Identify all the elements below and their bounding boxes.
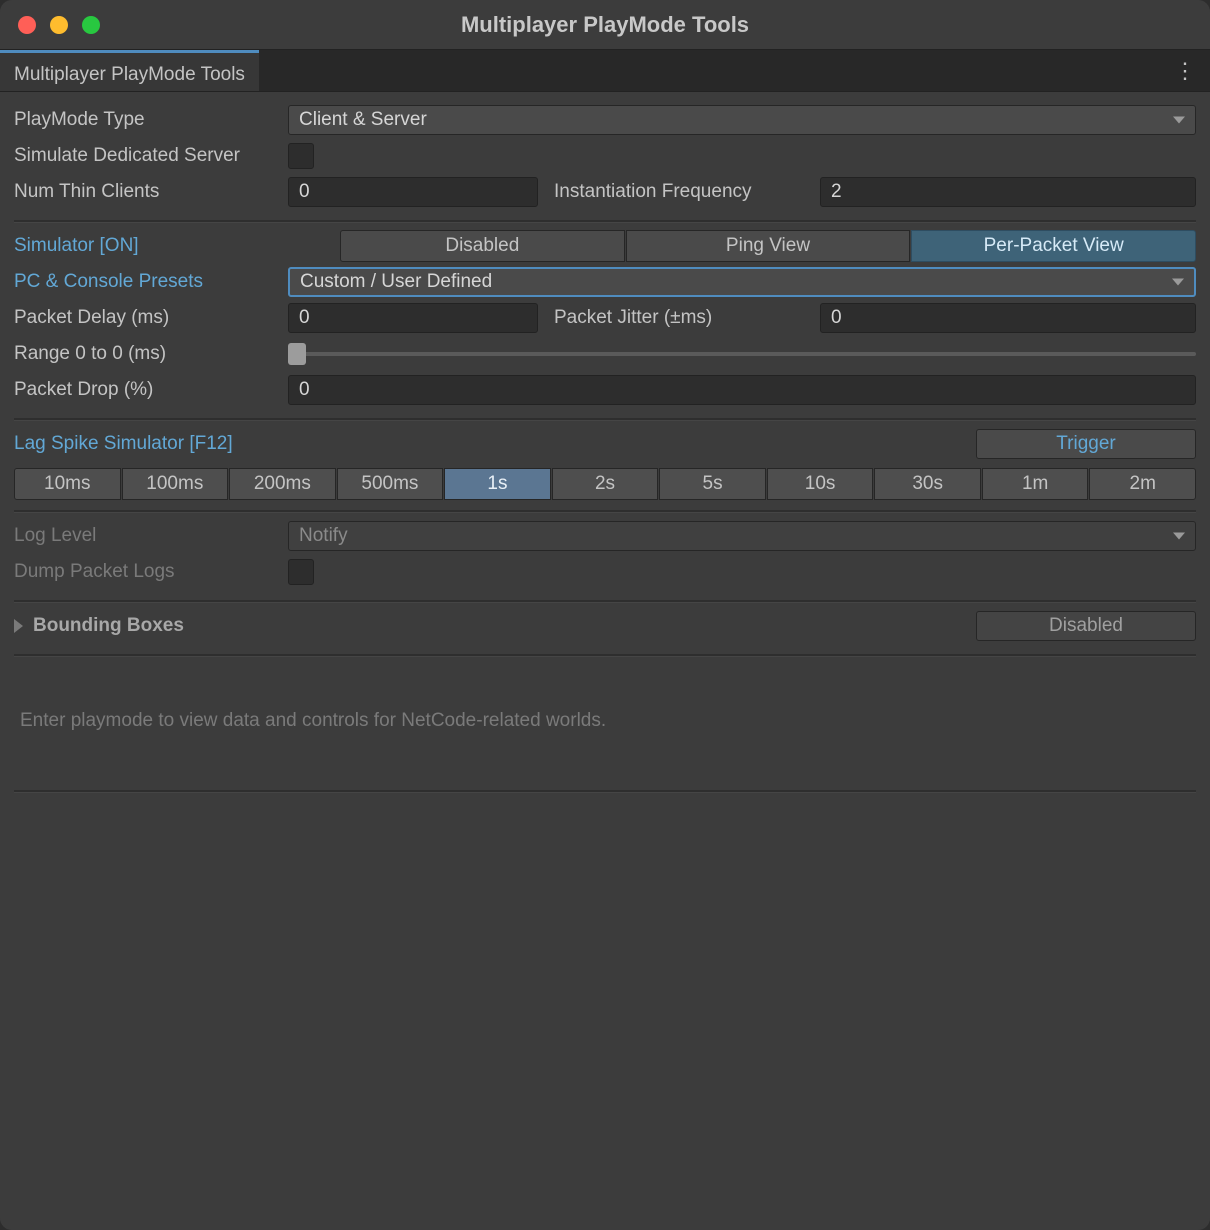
lag-duration-30s[interactable]: 30s (874, 468, 981, 500)
input-value: 0 (831, 307, 842, 329)
close-icon[interactable] (18, 16, 36, 34)
minimize-icon[interactable] (50, 16, 68, 34)
lag-duration-10s[interactable]: 10s (767, 468, 874, 500)
lag-duration-500ms[interactable]: 500ms (337, 468, 444, 500)
divider (14, 510, 1196, 512)
chevron-down-icon (1173, 533, 1185, 540)
bounding-boxes-label: Bounding Boxes (33, 615, 976, 637)
lag-duration-10ms[interactable]: 10ms (14, 468, 121, 500)
slider-thumb[interactable] (288, 343, 306, 365)
input-value: 0 (299, 181, 310, 203)
presets-dropdown[interactable]: Custom / User Defined (288, 267, 1196, 297)
packet-drop-input[interactable]: 0 (288, 375, 1196, 405)
simulate-dedicated-label: Simulate Dedicated Server (14, 145, 282, 167)
divider (14, 654, 1196, 656)
num-thin-clients-label: Num Thin Clients (14, 181, 282, 203)
divider (14, 790, 1196, 792)
playmode-type-dropdown[interactable]: Client & Server (288, 105, 1196, 135)
sim-view-ping-view[interactable]: Ping View (626, 230, 911, 262)
range-label: Range 0 to 0 (ms) (14, 343, 282, 365)
traffic-lights (0, 16, 100, 34)
tab-playmode-tools[interactable]: Multiplayer PlayMode Tools (0, 50, 259, 91)
simulator-header: Simulator [ON] (14, 235, 334, 257)
input-value: 2 (831, 181, 842, 203)
lag-duration-2m[interactable]: 2m (1089, 468, 1196, 500)
dropdown-value: Client & Server (299, 109, 427, 131)
playmode-type-label: PlayMode Type (14, 109, 282, 131)
zoom-icon[interactable] (82, 16, 100, 34)
input-value: 0 (299, 307, 310, 329)
window-title: Multiplayer PlayMode Tools (0, 12, 1210, 38)
lag-duration-1s[interactable]: 1s (444, 468, 551, 500)
divider (14, 220, 1196, 222)
kebab-icon[interactable]: ⋮ (1174, 50, 1196, 91)
dump-logs-checkbox[interactable] (288, 559, 314, 585)
bounding-boxes-button[interactable]: Disabled (976, 611, 1196, 641)
lag-duration-100ms[interactable]: 100ms (122, 468, 229, 500)
divider (14, 418, 1196, 420)
chevron-down-icon (1173, 117, 1185, 124)
packet-delay-input[interactable]: 0 (288, 303, 538, 333)
lag-duration-5s[interactable]: 5s (659, 468, 766, 500)
lag-duration-200ms[interactable]: 200ms (229, 468, 336, 500)
tab-label: Multiplayer PlayMode Tools (14, 64, 245, 86)
divider (14, 600, 1196, 602)
lag-durations-segmented: 10ms100ms200ms500ms1s2s5s10s30s1m2m (14, 468, 1196, 500)
dropdown-value: Custom / User Defined (300, 271, 492, 293)
slider-track (288, 352, 1196, 356)
chevron-down-icon (1172, 279, 1184, 286)
button-label: Trigger (1056, 433, 1115, 455)
tabbar: Multiplayer PlayMode Tools ⋮ (0, 50, 1210, 92)
packet-jitter-label: Packet Jitter (±ms) (554, 307, 814, 329)
lag-header: Lag Spike Simulator [F12] (14, 433, 970, 455)
log-level-label: Log Level (14, 525, 282, 547)
main-panel: PlayMode Type Client & Server Simulate D… (0, 92, 1210, 1230)
simulator-view-segmented: DisabledPing ViewPer-Packet View (340, 230, 1196, 262)
dump-logs-label: Dump Packet Logs (14, 561, 282, 583)
num-thin-clients-input[interactable]: 0 (288, 177, 538, 207)
log-level-dropdown[interactable]: Notify (288, 521, 1196, 551)
packet-delay-label: Packet Delay (ms) (14, 307, 282, 329)
packet-jitter-input[interactable]: 0 (820, 303, 1196, 333)
input-value: 0 (299, 379, 310, 401)
inst-freq-label: Instantiation Frequency (554, 181, 814, 203)
triangle-right-icon (14, 619, 23, 633)
dropdown-value: Notify (299, 525, 348, 547)
simulate-dedicated-checkbox[interactable] (288, 143, 314, 169)
packet-drop-label: Packet Drop (%) (14, 379, 282, 401)
inst-freq-input[interactable]: 2 (820, 177, 1196, 207)
range-slider[interactable] (288, 339, 1196, 369)
sim-view-disabled[interactable]: Disabled (340, 230, 625, 262)
sim-view-per-packet-view[interactable]: Per-Packet View (911, 230, 1196, 262)
window: Multiplayer PlayMode Tools Multiplayer P… (0, 0, 1210, 1230)
presets-label: PC & Console Presets (14, 271, 282, 293)
trigger-button[interactable]: Trigger (976, 429, 1196, 459)
lag-duration-2s[interactable]: 2s (552, 468, 659, 500)
titlebar: Multiplayer PlayMode Tools (0, 0, 1210, 50)
bounding-boxes-foldout[interactable]: Bounding Boxes Disabled (14, 608, 1196, 644)
lag-duration-1m[interactable]: 1m (982, 468, 1089, 500)
button-label: Disabled (1049, 615, 1123, 637)
hint-text: Enter playmode to view data and controls… (14, 662, 1196, 780)
